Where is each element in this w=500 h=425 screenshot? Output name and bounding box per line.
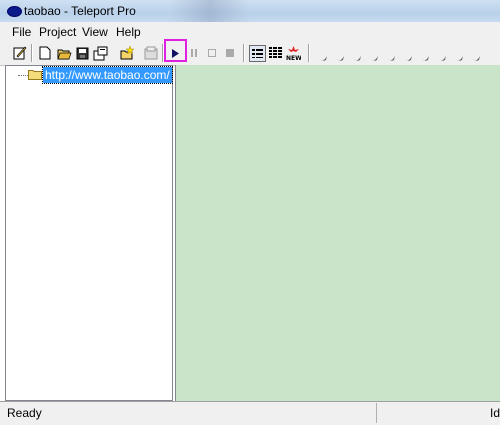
stop-soft-icon [204, 45, 220, 61]
grid-view-icon[interactable] [267, 45, 283, 61]
folder-icon [28, 69, 42, 80]
pause-icon [186, 45, 202, 61]
add-address-icon[interactable] [119, 45, 135, 61]
toolbar: NEW [0, 41, 500, 66]
toolbar-disabled-dot-icon [388, 51, 395, 61]
save-project-icon[interactable] [74, 45, 90, 61]
menu-bar: File Project View Help [0, 22, 500, 41]
glass-reflection [170, 0, 250, 22]
status-panel [376, 403, 487, 423]
project-properties-icon[interactable] [12, 45, 28, 61]
details-view-icon[interactable] [249, 45, 266, 62]
toolbar-disabled-dot-icon [473, 51, 480, 61]
project-tree: http://www.taobao.com/ [5, 65, 173, 401]
project-wizard-icon[interactable] [92, 45, 108, 61]
content-pane [175, 65, 500, 401]
toolbar-disabled-dot-icon [439, 51, 446, 61]
window-title: taobao - Teleport Pro [24, 4, 136, 18]
svg-text:NEW: NEW [286, 55, 301, 61]
toolbar-disabled-dot-icon [354, 51, 361, 61]
toolbar-disabled-dot-icon [405, 51, 412, 61]
toolbar-disabled-dot-icon [320, 51, 327, 61]
toolbar-disabled-dot-icon [456, 51, 463, 61]
new-project-icon[interactable] [37, 45, 53, 61]
stop-icon [222, 45, 238, 61]
toolbar-separator [31, 44, 33, 62]
start-button-highlight [164, 39, 187, 62]
menu-project[interactable]: Project [37, 25, 78, 39]
app-logo-icon [7, 6, 22, 17]
menu-help[interactable]: Help [114, 25, 143, 39]
disabled-icon [143, 45, 159, 61]
toolbar-separator [243, 44, 245, 62]
toolbar-separator [308, 44, 310, 62]
status-text: Ready [7, 406, 42, 420]
toolbar-disabled-dot-icon [422, 51, 429, 61]
status-bar: Ready Id [0, 401, 500, 425]
toolbar-disabled-dot-icon [371, 51, 378, 61]
open-project-icon[interactable] [56, 45, 72, 61]
tree-root-node[interactable]: http://www.taobao.com/ [42, 66, 173, 84]
new-badge-icon[interactable]: NEW [285, 45, 301, 61]
toolbar-disabled-dot-icon [337, 51, 344, 61]
status-indicator: Id [490, 406, 500, 420]
title-bar: taobao - Teleport Pro [0, 0, 500, 22]
menu-view[interactable]: View [80, 25, 110, 39]
menu-file[interactable]: File [10, 25, 33, 39]
